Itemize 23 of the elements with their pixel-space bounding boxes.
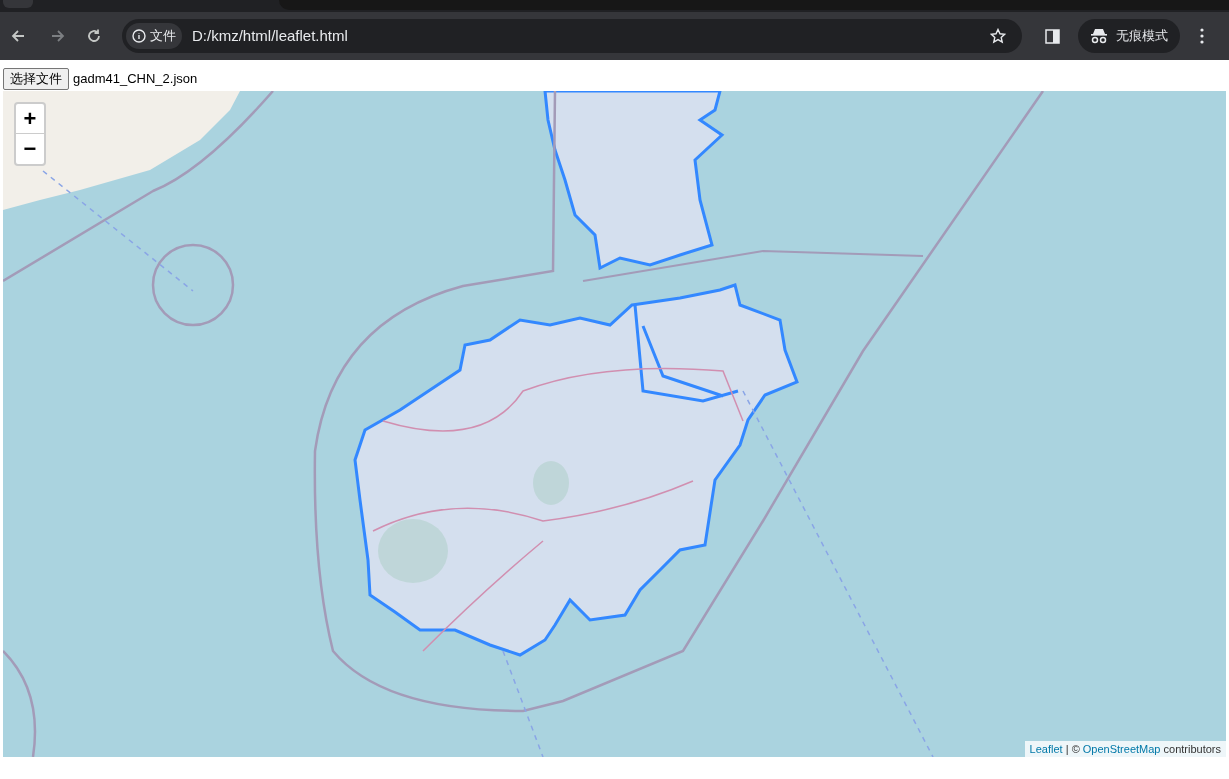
copyright-sign: © <box>1071 742 1080 755</box>
reload-icon <box>86 28 102 44</box>
info-icon <box>132 29 146 43</box>
forward-arrow-icon <box>50 28 66 44</box>
attribution-suffix: contributors <box>1163 742 1221 755</box>
leaflet-link[interactable]: Leaflet <box>1029 742 1063 755</box>
file-name-text: gadm41_CHN_2.json <box>73 69 198 88</box>
choose-file-button[interactable]: 选择文件 <box>3 67 69 90</box>
incognito-icon <box>1090 28 1108 44</box>
attribution-separator: | <box>1065 742 1069 755</box>
side-panel-icon <box>1044 28 1060 44</box>
url-text: D:/kmz/html/leaflet.html <box>192 25 348 46</box>
site-info-chip[interactable]: 文件 <box>126 23 182 49</box>
address-bar[interactable]: 文件 D:/kmz/html/leaflet.html <box>122 19 1022 53</box>
back-arrow-icon <box>10 28 26 44</box>
zoom-out-button[interactable]: − <box>16 134 44 164</box>
incognito-label: 无痕模式 <box>1116 27 1168 46</box>
star-icon <box>990 28 1006 44</box>
incognito-chip[interactable]: 无痕模式 <box>1078 19 1180 53</box>
zoom-in-button[interactable]: + <box>16 104 44 134</box>
more-vertical-icon <box>1200 28 1204 44</box>
openstreetmap-link[interactable]: OpenStreetMap <box>1082 742 1161 755</box>
site-info-label: 文件 <box>150 27 176 46</box>
